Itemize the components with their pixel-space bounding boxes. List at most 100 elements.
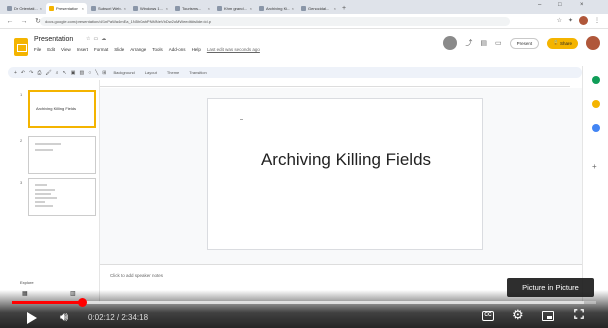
line-icon[interactable]: ╲ bbox=[95, 70, 98, 76]
browser-tab[interactable]: Archiving Ki... × bbox=[256, 3, 297, 14]
site-favicon-icon bbox=[217, 6, 222, 11]
add-slide-icon[interactable]: + bbox=[14, 70, 17, 76]
play-icon[interactable] bbox=[27, 312, 37, 324]
meet-icon[interactable]: ▭ bbox=[495, 39, 502, 47]
add-on-plus-icon[interactable]: + bbox=[592, 162, 597, 171]
url-input[interactable]: docs.google.com/presentation/d/1nPaWa4mE… bbox=[40, 17, 510, 26]
share-button[interactable]: 🔒 Share bbox=[547, 37, 578, 49]
close-window-button[interactable]: × bbox=[580, 2, 584, 8]
picture-in-picture-icon[interactable] bbox=[542, 311, 554, 321]
background-button[interactable]: Background bbox=[110, 70, 137, 75]
tab-close-icon[interactable]: × bbox=[208, 6, 210, 11]
activity-icon[interactable]: ⤴ bbox=[465, 38, 472, 48]
tab-close-icon[interactable]: × bbox=[292, 6, 294, 11]
transition-button[interactable]: Transition bbox=[186, 70, 209, 75]
comments-icon[interactable]: ▤ bbox=[480, 39, 487, 47]
tab-close-icon[interactable]: × bbox=[334, 6, 336, 11]
menu-item[interactable]: Insert bbox=[77, 47, 88, 52]
tab-close-icon[interactable]: × bbox=[82, 6, 84, 11]
tab-title: Genocidal... bbox=[308, 6, 330, 11]
current-slide[interactable]: Archiving Killing Fields bbox=[207, 98, 483, 250]
user-avatar[interactable] bbox=[586, 36, 600, 50]
tasks-icon[interactable] bbox=[592, 124, 600, 132]
thumbnail-text-line bbox=[35, 143, 61, 145]
forward-arrow-icon[interactable]: → bbox=[20, 18, 28, 25]
side-panel: + bbox=[582, 66, 608, 302]
zoom-icon[interactable]: ⌕ bbox=[56, 70, 59, 76]
present-button[interactable]: Present bbox=[509, 37, 540, 49]
slide-thumbnail-1[interactable]: Archiving Killing Fields bbox=[28, 90, 96, 128]
menu-item[interactable]: Last edit was seconds ago bbox=[207, 47, 260, 52]
image-icon[interactable]: ▨ bbox=[79, 70, 84, 76]
captions-icon[interactable]: CC bbox=[482, 311, 494, 321]
document-title[interactable]: Presentation bbox=[34, 36, 73, 43]
undo-icon[interactable]: ↶ bbox=[21, 70, 25, 76]
progress-buffered bbox=[12, 301, 585, 304]
site-favicon-icon bbox=[301, 6, 306, 11]
browser-tab[interactable]: Tourisms... × bbox=[172, 3, 213, 14]
share-label: Share bbox=[559, 40, 572, 46]
theme-button[interactable]: Theme bbox=[164, 70, 182, 75]
textbox-icon[interactable]: ▣ bbox=[71, 70, 76, 76]
progress-bar[interactable] bbox=[12, 298, 596, 307]
kebab-menu-icon[interactable]: ⋮ bbox=[594, 17, 600, 24]
redo-icon[interactable]: ↷ bbox=[29, 70, 33, 76]
tab-close-icon[interactable]: × bbox=[124, 6, 126, 11]
paint-format-icon[interactable]: 🖌 bbox=[45, 70, 51, 76]
slide-thumbnail-3[interactable] bbox=[28, 178, 96, 216]
menu-item[interactable]: Tools bbox=[152, 47, 163, 52]
thumbnail-title: Archiving Killing Fields bbox=[36, 106, 77, 111]
thumbnail-text-line bbox=[35, 189, 55, 191]
browser-tab[interactable]: Subscri Web... × bbox=[88, 3, 129, 14]
menu-item[interactable]: Help bbox=[192, 47, 201, 52]
menu-item[interactable]: Edit bbox=[47, 47, 55, 52]
select-icon[interactable]: ↖ bbox=[63, 70, 67, 76]
slide-thumbnail-2[interactable] bbox=[28, 136, 96, 174]
tab-close-icon[interactable]: × bbox=[250, 6, 252, 11]
comment-icon[interactable]: ⊞ bbox=[102, 70, 106, 76]
browser-tab[interactable]: Dr Orientati... × bbox=[4, 3, 45, 14]
volume-icon[interactable]: 🔊︎ bbox=[60, 309, 68, 325]
slides-favicon-icon bbox=[49, 6, 54, 11]
print-icon[interactable]: ⎙ bbox=[37, 70, 41, 76]
extension-area: ☆ ✦ ⋮ bbox=[557, 16, 600, 25]
collaborator-avatar[interactable] bbox=[443, 36, 458, 50]
menu-item[interactable]: Add-ons bbox=[169, 47, 186, 52]
menu-item[interactable]: Slide bbox=[114, 47, 124, 52]
browser-tab[interactable]: Windows 1... × bbox=[130, 3, 171, 14]
thumbnail-text-line bbox=[35, 205, 53, 207]
star-icon[interactable]: ☆ bbox=[557, 17, 562, 24]
minimize-button[interactable]: – bbox=[538, 2, 541, 8]
tab-close-icon[interactable]: × bbox=[166, 6, 168, 11]
site-favicon-icon bbox=[259, 6, 264, 11]
menu-bar: File Edit View Insert Format Slide Arrange Tool… bbox=[34, 47, 260, 52]
menu-item[interactable]: View bbox=[61, 47, 71, 52]
settings-gear-icon[interactable]: ⚙ bbox=[512, 307, 524, 323]
tab-close-icon[interactable]: × bbox=[40, 6, 42, 11]
thumbnail-number: 2 bbox=[20, 138, 23, 143]
browser-tab[interactable]: Presentation × bbox=[46, 3, 87, 14]
profile-avatar[interactable] bbox=[579, 16, 588, 25]
slides-logo-icon[interactable] bbox=[14, 38, 28, 56]
calendar-icon[interactable] bbox=[592, 76, 600, 84]
menu-item[interactable]: Arrange bbox=[130, 47, 146, 52]
scrubber-handle[interactable] bbox=[78, 298, 88, 307]
menu-item[interactable]: File bbox=[34, 47, 41, 52]
site-favicon-icon bbox=[133, 6, 138, 11]
slide-title[interactable]: Archiving Killing Fields bbox=[208, 150, 484, 170]
layout-button[interactable]: Layout bbox=[142, 70, 160, 75]
thumbnail-text-line bbox=[35, 193, 51, 195]
fullscreen-icon[interactable] bbox=[573, 309, 585, 319]
extensions-icon[interactable]: ✦ bbox=[568, 17, 573, 24]
new-tab-button[interactable]: + bbox=[342, 3, 346, 14]
thumbnail-text-line bbox=[35, 201, 45, 203]
shape-icon[interactable]: ○ bbox=[88, 70, 91, 76]
maximize-button[interactable]: □ bbox=[558, 2, 562, 8]
browser-tab[interactable]: Khm grand... × bbox=[214, 3, 255, 14]
thumbnail-number: 1 bbox=[20, 92, 23, 97]
cc-label: CC bbox=[484, 312, 492, 318]
menu-item[interactable]: Format bbox=[94, 47, 108, 52]
back-arrow-icon[interactable]: ← bbox=[6, 18, 14, 25]
browser-tab[interactable]: Genocidal... × bbox=[298, 3, 339, 14]
keep-icon[interactable] bbox=[592, 100, 600, 108]
